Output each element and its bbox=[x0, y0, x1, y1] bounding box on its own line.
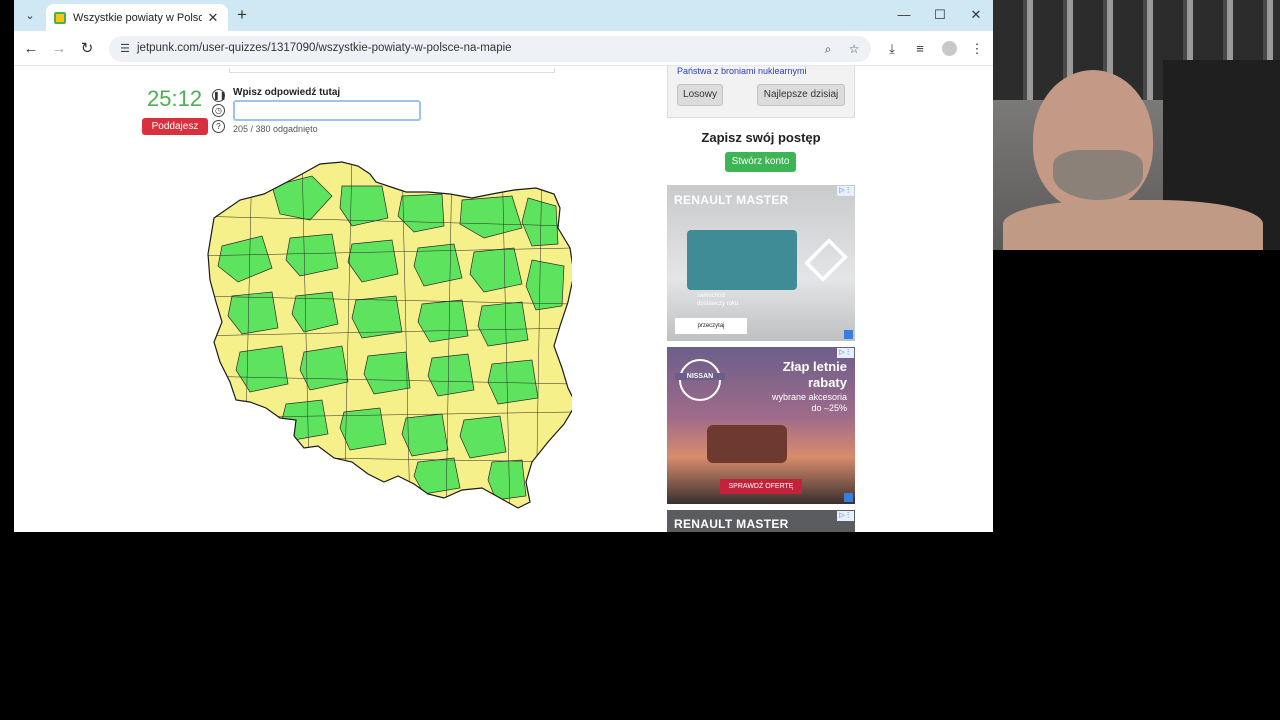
page-content: 25:12 Poddajesz się? ❚❚ ◷ ? Wpisz odpowi… bbox=[14, 66, 993, 532]
ad-brand: RENAULT MASTER bbox=[674, 517, 789, 531]
ad-choices-icon[interactable]: ▷⋮ bbox=[837, 348, 854, 358]
clock-icon[interactable]: ◷ bbox=[212, 104, 225, 117]
van-image bbox=[687, 230, 797, 290]
ad-headline-2: rabaty bbox=[807, 375, 847, 390]
ad-cta-button[interactable]: SPRAWDŹ OFERTĘ bbox=[720, 479, 802, 494]
new-tab-icon[interactable]: + bbox=[232, 5, 252, 25]
create-account-button[interactable]: Stwórz konto bbox=[725, 152, 796, 172]
answer-label: Wpisz odpowiedź tutaj bbox=[233, 87, 341, 98]
ad-cta-button[interactable]: przeczytaj bbox=[675, 318, 747, 334]
tab-bar: ⌄ Wszystkie powiaty w Polsce na ✕ + — ☐ … bbox=[14, 0, 993, 31]
person-beard bbox=[1053, 150, 1143, 200]
person-shoulders bbox=[1003, 200, 1263, 250]
ad-caption-1: samochód bbox=[697, 293, 725, 299]
url-text[interactable]: jetpunk.com/user-quizzes/1317090/wszystk… bbox=[137, 42, 512, 54]
site-info-icon[interactable]: ☰ bbox=[117, 41, 133, 57]
related-quiz-link[interactable]: Państwa z broniami nuklearnymi bbox=[677, 66, 807, 76]
bookmark-star-icon[interactable]: ☆ bbox=[845, 40, 863, 58]
help-icon[interactable]: ? bbox=[212, 120, 225, 133]
minimize-icon[interactable]: — bbox=[889, 4, 919, 26]
save-progress-heading: Zapisz swój postęp bbox=[701, 130, 821, 145]
give-up-button[interactable]: Poddajesz się? bbox=[142, 118, 208, 149]
car-image bbox=[707, 425, 787, 463]
ad-brand: NISSAN bbox=[675, 373, 725, 380]
close-window-icon[interactable]: ✕ bbox=[961, 4, 991, 26]
ad-sub-1: wybrane akcesoria bbox=[771, 392, 847, 402]
ad-headline-1: Złap letnie bbox=[782, 359, 847, 374]
favicon-icon bbox=[54, 11, 66, 24]
quiz-timer: 25:12 bbox=[147, 86, 203, 111]
reload-icon[interactable]: ↻ bbox=[76, 38, 98, 60]
webcam-overlay bbox=[993, 0, 1280, 250]
nissan-logo bbox=[679, 359, 721, 401]
county-regions bbox=[208, 162, 572, 508]
maximize-icon[interactable]: ☐ bbox=[925, 4, 955, 26]
forward-icon[interactable]: → bbox=[48, 38, 70, 60]
tab-title: Wszystkie powiaty w Polsce na bbox=[73, 11, 202, 24]
back-icon[interactable]: ← bbox=[20, 38, 42, 60]
tab-close-icon[interactable]: ✕ bbox=[206, 10, 220, 26]
download-icon[interactable]: ⤓ bbox=[882, 39, 902, 59]
browser-toolbar: ← → ↻ ☰ jetpunk.com/user-quizzes/1317090… bbox=[14, 31, 993, 66]
profile-avatar[interactable] bbox=[942, 41, 957, 56]
ad-choices-icon[interactable]: ▷⋮ bbox=[837, 511, 854, 521]
random-button[interactable]: Losowy bbox=[677, 84, 723, 106]
tab-search-icon[interactable]: ⌄ bbox=[20, 5, 40, 25]
best-today-button[interactable]: Najlepsze dzisiaj bbox=[757, 84, 845, 106]
divider bbox=[229, 68, 555, 73]
ad-brand: RENAULT MASTER bbox=[674, 193, 789, 207]
menu-icon[interactable]: ⋮ bbox=[967, 39, 987, 59]
sidebar-panel: Państwa z broniami nuklearnymi Losowy Na… bbox=[667, 66, 855, 118]
answer-input[interactable] bbox=[233, 100, 421, 121]
poland-counties-map[interactable] bbox=[192, 156, 572, 516]
renault-ad[interactable]: RENAULT MASTER samochód dostawczy roku p… bbox=[667, 185, 855, 341]
browser-window: ⌄ Wszystkie powiaty w Polsce na ✕ + — ☐ … bbox=[14, 0, 993, 532]
progress-counter: 205 / 380 odgadnięto bbox=[233, 124, 318, 134]
ad-sub-2: do –25% bbox=[811, 403, 847, 413]
zoom-icon[interactable]: ⌕ bbox=[819, 40, 837, 58]
ad-caption-2: dostawczy roku bbox=[697, 301, 739, 307]
address-bar[interactable]: ☰ jetpunk.com/user-quizzes/1317090/wszys… bbox=[109, 36, 871, 62]
active-tab[interactable]: Wszystkie powiaty w Polsce na ✕ bbox=[46, 4, 228, 31]
ad-badge-icon bbox=[844, 493, 853, 502]
media-controls-icon[interactable]: ≡ bbox=[910, 39, 930, 59]
pause-icon[interactable]: ❚❚ bbox=[212, 89, 226, 102]
ad-choices-icon[interactable]: ▷⋮ bbox=[837, 186, 854, 196]
ad-badge-icon bbox=[844, 330, 853, 339]
renault-ad-2[interactable]: RENAULT MASTER ▷⋮ bbox=[667, 510, 855, 532]
nissan-ad[interactable]: NISSAN Złap letnie rabaty wybrane akceso… bbox=[667, 347, 855, 504]
